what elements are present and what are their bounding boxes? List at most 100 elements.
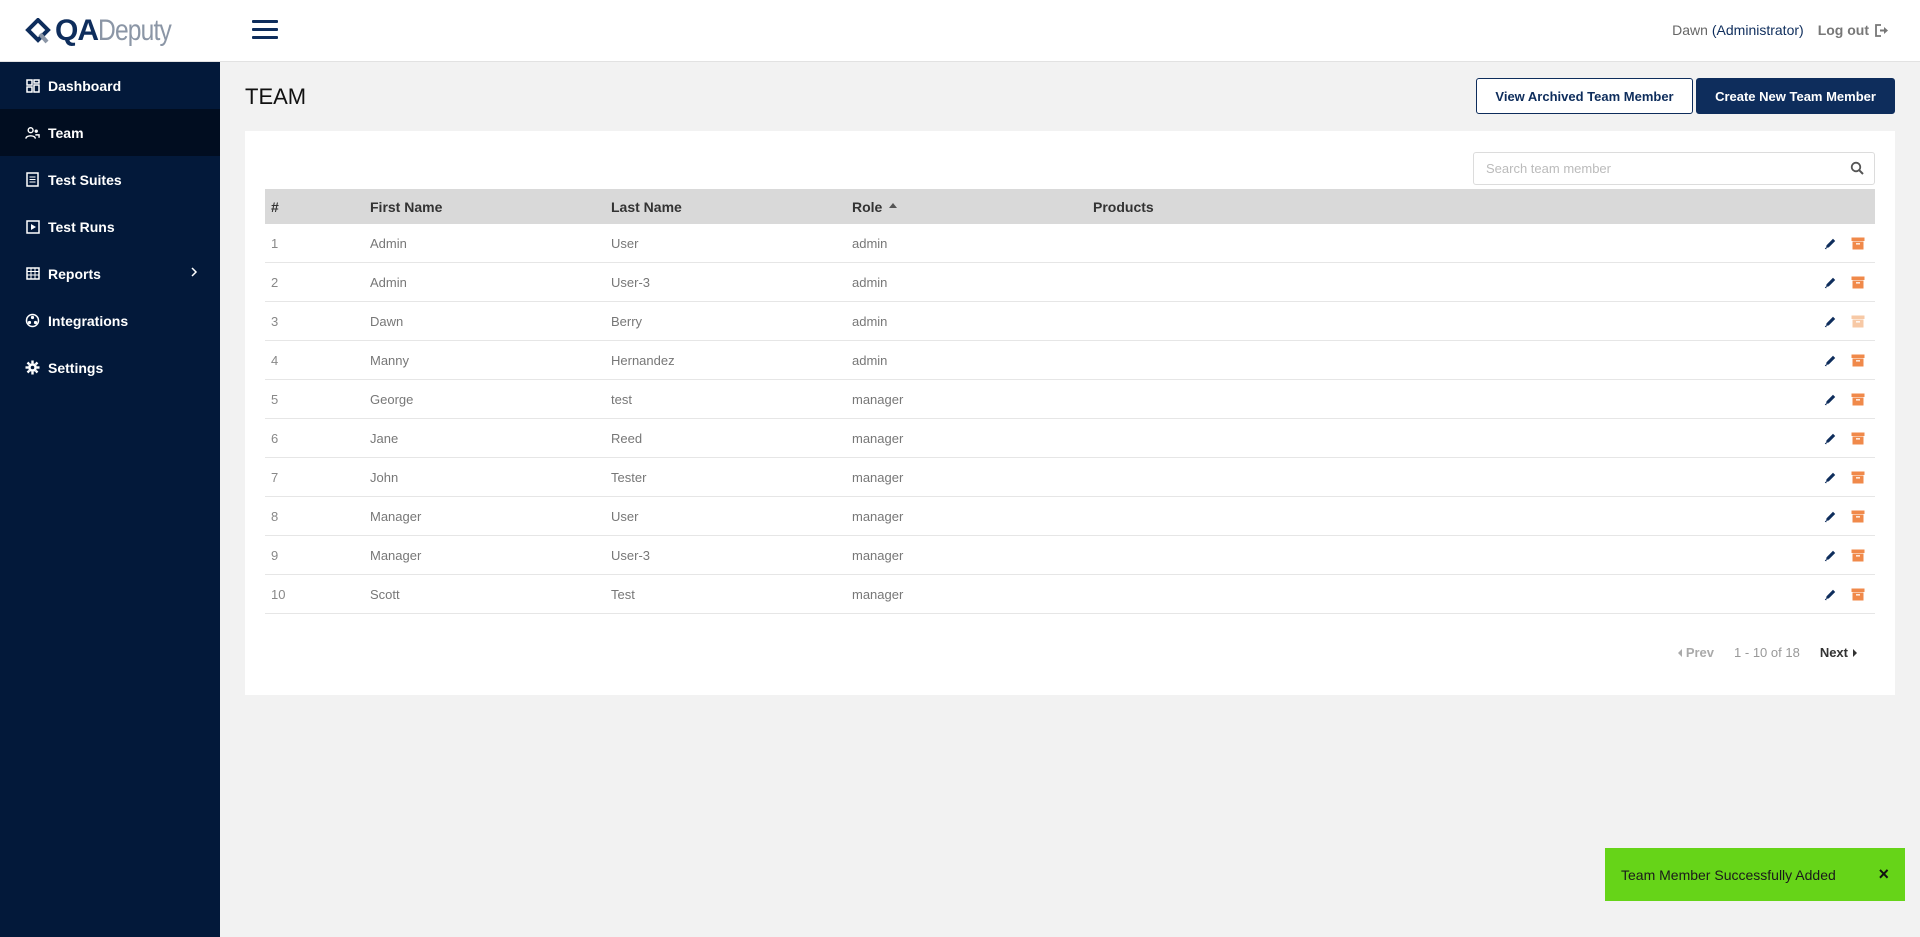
reports-icon <box>25 266 40 281</box>
team-icon <box>25 125 40 140</box>
column-header-last-name[interactable]: Last Name <box>611 199 852 215</box>
cell-number: 1 <box>271 235 279 251</box>
table-row: 7 John Tester manager <box>265 458 1875 497</box>
cell-number: 2 <box>271 274 279 290</box>
cell-role: manager <box>852 469 904 485</box>
archive-icon[interactable] <box>1851 237 1865 250</box>
success-toast: Team Member Successfully Added × <box>1605 848 1905 901</box>
table-row: 8 Manager User manager <box>265 497 1875 536</box>
logout-label: Log out <box>1817 22 1869 38</box>
sidebar-item-label: Test Suites <box>48 171 122 188</box>
page-title: TEAM <box>245 84 307 109</box>
cell-number: 4 <box>271 352 279 368</box>
edit-icon[interactable] <box>1824 237 1837 250</box>
cell-last-name: Test <box>611 586 635 602</box>
sidebar: QA Deputy Dashboard Team Test Suites Test… <box>0 0 220 937</box>
cell-actions <box>1693 471 1875 484</box>
test-runs-icon <box>25 219 40 234</box>
archive-icon[interactable] <box>1851 276 1865 289</box>
sort-ascending-icon <box>889 203 898 209</box>
caret-left-icon <box>1677 648 1682 657</box>
archive-icon[interactable] <box>1851 393 1865 406</box>
edit-icon[interactable] <box>1824 276 1837 289</box>
edit-icon[interactable] <box>1824 315 1837 328</box>
cell-actions <box>1693 354 1875 367</box>
table-row: 2 Admin User-3 admin <box>265 263 1875 302</box>
cell-role: admin <box>852 313 888 329</box>
cell-last-name: test <box>611 391 632 407</box>
column-header-number[interactable]: # <box>265 199 370 215</box>
sidebar-item-team[interactable]: Team <box>0 109 220 156</box>
sidebar-item-reports[interactable]: Reports <box>0 250 220 297</box>
cell-first-name: Admin <box>370 235 407 251</box>
table-row: 9 Manager User-3 manager <box>265 536 1875 575</box>
edit-icon[interactable] <box>1824 588 1837 601</box>
cell-role: admin <box>852 274 888 290</box>
edit-icon[interactable] <box>1824 471 1837 484</box>
cell-first-name: Dawn <box>370 313 404 329</box>
edit-icon[interactable] <box>1824 354 1837 367</box>
hamburger-menu-icon[interactable] <box>252 20 278 40</box>
archive-icon[interactable] <box>1851 354 1865 367</box>
sidebar-item-settings[interactable]: Settings <box>0 344 220 391</box>
logo-text-deputy: Deputy <box>98 13 172 47</box>
cell-role: manager <box>852 586 904 602</box>
cell-actions <box>1693 315 1875 328</box>
cell-actions <box>1693 510 1875 523</box>
page-range: 1 - 10 of 18 <box>1734 645 1800 660</box>
cell-role: manager <box>852 430 904 446</box>
cell-actions <box>1693 588 1875 601</box>
sidebar-item-label: Test Runs <box>48 218 115 235</box>
cell-actions <box>1693 549 1875 562</box>
user-area: Dawn (Administrator) Log out <box>1672 22 1890 38</box>
logo[interactable]: QA Deputy <box>0 0 220 62</box>
close-icon[interactable]: × <box>1878 864 1889 885</box>
cell-last-name: Hernandez <box>611 352 675 368</box>
archive-icon[interactable] <box>1851 432 1865 445</box>
team-card: # First Name Last Name Role Products 1 Ad… <box>245 131 1895 695</box>
edit-icon[interactable] <box>1824 510 1837 523</box>
archive-icon[interactable] <box>1851 588 1865 601</box>
view-archived-button[interactable]: View Archived Team Member <box>1476 78 1693 114</box>
cell-role: manager <box>852 508 904 524</box>
edit-icon[interactable] <box>1824 432 1837 445</box>
cell-number: 7 <box>271 469 279 485</box>
sidebar-item-dashboard[interactable]: Dashboard <box>0 62 220 109</box>
archive-icon[interactable] <box>1851 510 1865 523</box>
cell-first-name: George <box>370 391 414 407</box>
table-row: 6 Jane Reed manager <box>265 419 1875 458</box>
logout-icon <box>1875 23 1888 37</box>
column-header-products[interactable]: Products <box>1093 199 1693 215</box>
sidebar-item-label: Dashboard <box>48 77 122 94</box>
sidebar-item-label: Integrations <box>48 312 129 329</box>
edit-icon[interactable] <box>1824 549 1837 562</box>
sidebar-item-label: Reports <box>48 265 101 282</box>
column-header-role[interactable]: Role <box>852 199 1093 215</box>
cell-number: 9 <box>271 547 279 563</box>
column-header-first-name[interactable]: First Name <box>370 199 611 215</box>
user-role: (Administrator) <box>1711 22 1804 38</box>
sidebar-item-test-runs[interactable]: Test Runs <box>0 203 220 250</box>
search-input[interactable] <box>1474 153 1834 184</box>
sidebar-item-test-suites[interactable]: Test Suites <box>0 156 220 203</box>
cell-number: 8 <box>271 508 279 524</box>
logout-link[interactable]: Log out <box>1818 22 1890 38</box>
edit-icon[interactable] <box>1824 393 1837 406</box>
cell-number: 6 <box>271 430 279 446</box>
cell-actions <box>1693 432 1875 445</box>
search-icon[interactable] <box>1850 161 1864 175</box>
cell-number: 10 <box>271 586 286 602</box>
cell-last-name: User-3 <box>611 547 651 563</box>
archive-icon[interactable] <box>1851 549 1865 562</box>
next-page-button[interactable]: Next <box>1820 645 1857 660</box>
sidebar-item-label: Settings <box>48 359 104 376</box>
logo-icon <box>25 17 51 43</box>
cell-first-name: Jane <box>370 430 399 446</box>
test-suites-icon <box>25 172 40 187</box>
prev-page-button[interactable]: Prev <box>1677 645 1714 660</box>
cell-number: 3 <box>271 313 279 329</box>
create-team-member-button[interactable]: Create New Team Member <box>1696 78 1895 114</box>
sidebar-item-integrations[interactable]: Integrations <box>0 297 220 344</box>
table-row: 1 Admin User admin <box>265 224 1875 263</box>
archive-icon[interactable] <box>1851 471 1865 484</box>
